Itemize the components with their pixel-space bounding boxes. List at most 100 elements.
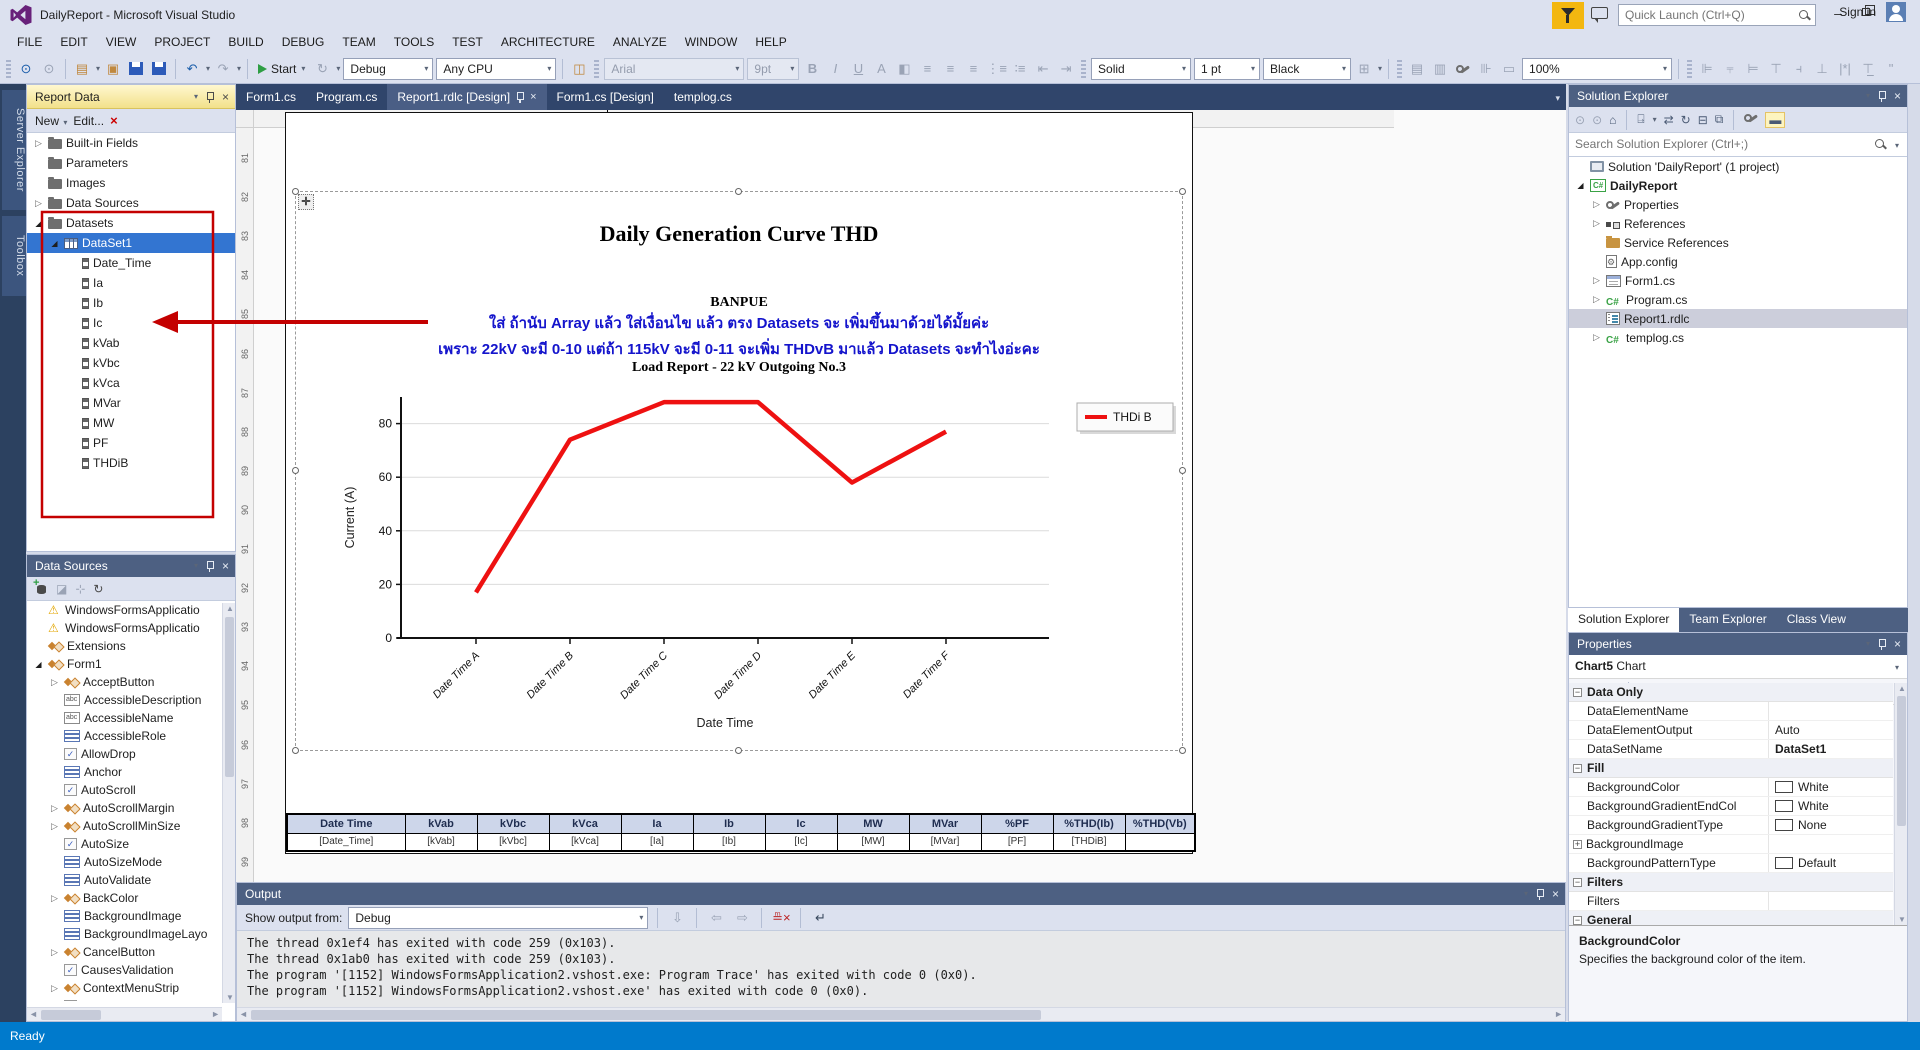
tree-item-references[interactable]: ▷ References [1569, 214, 1907, 233]
report-chart[interactable]: 0 20 40 60 80 Date Time A Date Time B Date Time… [336, 391, 1226, 741]
tree-item-autoscrollmargin[interactable]: ▷ AutoScrollMargin [27, 799, 235, 817]
align-center-icon[interactable]: ≡ [940, 58, 960, 80]
table-value-cell[interactable] [1124, 832, 1196, 852]
forward-icon[interactable]: ⊙ [1592, 113, 1602, 127]
table-header-cell[interactable]: Ic [764, 813, 838, 834]
tree-item-pf[interactable]: PF [27, 433, 235, 453]
italic-icon[interactable]: I [825, 58, 845, 80]
toolbox-vertical-tab[interactable]: Toolbox [2, 216, 26, 296]
align-tops-icon[interactable]: ⊤ [1766, 58, 1786, 80]
navigate-back-icon[interactable]: ⊙ [16, 58, 36, 80]
tree-item-extensions[interactable]: Extensions [27, 637, 235, 655]
tree-item-date-time[interactable]: Date_Time [27, 253, 235, 273]
save-all-icon[interactable] [149, 58, 169, 80]
close-icon[interactable]: × [1552, 883, 1559, 905]
new-button[interactable]: New ▾ [35, 114, 67, 128]
pin-icon[interactable] [206, 560, 214, 572]
property-category-general[interactable]: − General [1569, 911, 1893, 925]
close-icon[interactable]: × [222, 555, 229, 577]
align-middles-icon[interactable]: ⫞ [1789, 58, 1809, 80]
tree-item-kvab[interactable]: kVab [27, 333, 235, 353]
snap-to-grid-icon[interactable]: ⊪ [1476, 58, 1496, 80]
new-file-icon[interactable]: ▤ [72, 58, 92, 80]
table-value-cell[interactable]: [kVca] [548, 832, 622, 852]
toolbar-grip[interactable] [1081, 59, 1087, 78]
user-avatar-icon[interactable] [1886, 2, 1906, 22]
output-source-combo[interactable]: Debug ▾ [348, 906, 649, 929]
properties-object-selector[interactable]: Chart5 Chart ▾ [1569, 655, 1907, 679]
feedback-bubble-icon[interactable] [1591, 7, 1608, 23]
tree-item-cancelbutton[interactable]: ▷ CancelButton [27, 943, 235, 961]
delete-icon[interactable]: × [110, 113, 118, 128]
tree-item-properties[interactable]: ▷ Properties [1569, 195, 1907, 214]
table-value-cell[interactable]: [MW] [836, 832, 910, 852]
table-value-cell[interactable]: [Ic] [764, 832, 838, 852]
menu-file[interactable]: FILE [8, 31, 51, 53]
font-size-combo[interactable]: 9pt ▾ [747, 57, 800, 80]
border-width-combo[interactable]: 1 pt ▾ [1194, 57, 1261, 80]
sign-in-link[interactable]: Sign in [1839, 5, 1876, 19]
table-header-cell[interactable]: %THD(Vb) [1124, 813, 1196, 834]
align-lefts-icon[interactable]: ⊫ [1697, 58, 1717, 80]
table-header-cell[interactable]: kVab [404, 813, 478, 834]
tree-item-dailyreport[interactable]: ◢DailyReport [1569, 176, 1907, 195]
toolbar-grip[interactable] [6, 59, 11, 78]
table-header-cell[interactable]: Ia [620, 813, 694, 834]
horizontal-scrollbar[interactable]: ◄ ► [27, 1007, 222, 1021]
menu-architecture[interactable]: ARCHITECTURE [492, 31, 604, 53]
tree-item-report1-rdlc[interactable]: Report1.rdlc [1569, 309, 1907, 328]
show-grid-icon[interactable]: ▥ [1430, 58, 1450, 80]
resize-handle[interactable] [1179, 747, 1186, 754]
platform-combo[interactable]: Any CPU ▾ [436, 57, 557, 80]
report-title-textbox[interactable]: Daily Generation Curve THD [286, 221, 1192, 247]
outdent-icon[interactable]: ⇤ [1033, 58, 1053, 80]
report-company-textbox[interactable]: BANPUE [286, 295, 1192, 311]
resize-handle[interactable] [292, 747, 299, 754]
border-style-combo[interactable]: Solid ▾ [1091, 57, 1192, 80]
bottom-tab-team-explorer[interactable]: Team Explorer [1679, 608, 1776, 632]
property-backgroundgradientendcol[interactable]: BackgroundGradientEndCol White [1569, 797, 1893, 816]
property-dataelementname[interactable]: DataElementName [1569, 702, 1893, 721]
tree-item-contextmenustrip[interactable]: ▷ ContextMenuStrip [27, 979, 235, 997]
window-position-icon[interactable]: ▾ [1866, 633, 1870, 655]
pin-icon[interactable] [1878, 90, 1886, 102]
menu-view[interactable]: VIEW [97, 31, 146, 53]
bottom-tab-solution-explorer[interactable]: Solution Explorer [1568, 608, 1680, 632]
preview-selected-items-icon[interactable]: ▬ [1765, 111, 1786, 128]
quick-launch-box[interactable] [1618, 4, 1816, 26]
report-table[interactable]: Date Time kVab kVbc kVca Ia Ib Ic MW MVar %PF %THD… [286, 813, 1196, 852]
bullet-list-icon[interactable]: ∶≡ [1010, 58, 1030, 80]
tree-item-accessiblerole[interactable]: AccessibleRole [27, 727, 235, 745]
quick-launch-input[interactable] [1619, 5, 1791, 25]
resize-handle[interactable] [292, 188, 299, 195]
output-title-bar[interactable]: Output ▾ × [237, 883, 1565, 905]
tree-item-ib[interactable]: Ib [27, 293, 235, 313]
tree-item-data-sources[interactable]: ▷ Data Sources [27, 193, 235, 213]
close-icon[interactable]: × [1894, 633, 1901, 655]
collapse-all-icon[interactable]: ⊟ [1698, 113, 1708, 127]
tree-item-autoscrollminsize[interactable]: ▷ AutoScrollMinSize [27, 817, 235, 835]
add-data-source-icon[interactable] [33, 577, 48, 595]
make-same-width-icon[interactable]: |*| [1835, 58, 1855, 80]
table-header-cell[interactable]: Date Time [286, 813, 406, 834]
tree-item-controlbox[interactable]: ControlBox [27, 997, 235, 1001]
property-backgroundcolor[interactable]: BackgroundColor White [1569, 778, 1893, 797]
table-header-cell[interactable]: kVca [548, 813, 622, 834]
bottom-tab-class-view[interactable]: Class View [1777, 608, 1856, 632]
tree-item-autosizemode[interactable]: AutoSizeMode [27, 853, 235, 871]
tab-program-cs[interactable]: Program.cs [306, 84, 387, 110]
toolbar-grip[interactable] [594, 59, 600, 78]
tree-item-backgroundimage[interactable]: BackgroundImage [27, 907, 235, 925]
save-icon[interactable] [126, 58, 146, 80]
report-page[interactable]: ✛ Daily Generation Curve THD BANPUE ใส่ … [285, 112, 1196, 854]
redo-icon[interactable]: ↷ [213, 58, 233, 80]
menu-analyze[interactable]: ANALYZE [604, 31, 676, 53]
tree-item-app-config[interactable]: App.config [1569, 252, 1907, 271]
close-icon[interactable]: × [530, 91, 536, 103]
resize-handle[interactable] [1179, 188, 1186, 195]
tree-item-autovalidate[interactable]: AutoValidate [27, 871, 235, 889]
refresh-icon[interactable]: ↻ [1681, 113, 1691, 127]
align-bottoms-icon[interactable]: ⊥ [1812, 58, 1832, 80]
package-icon[interactable]: ◫ [569, 58, 589, 80]
table-value-cell[interactable]: [kVab] [404, 832, 478, 852]
